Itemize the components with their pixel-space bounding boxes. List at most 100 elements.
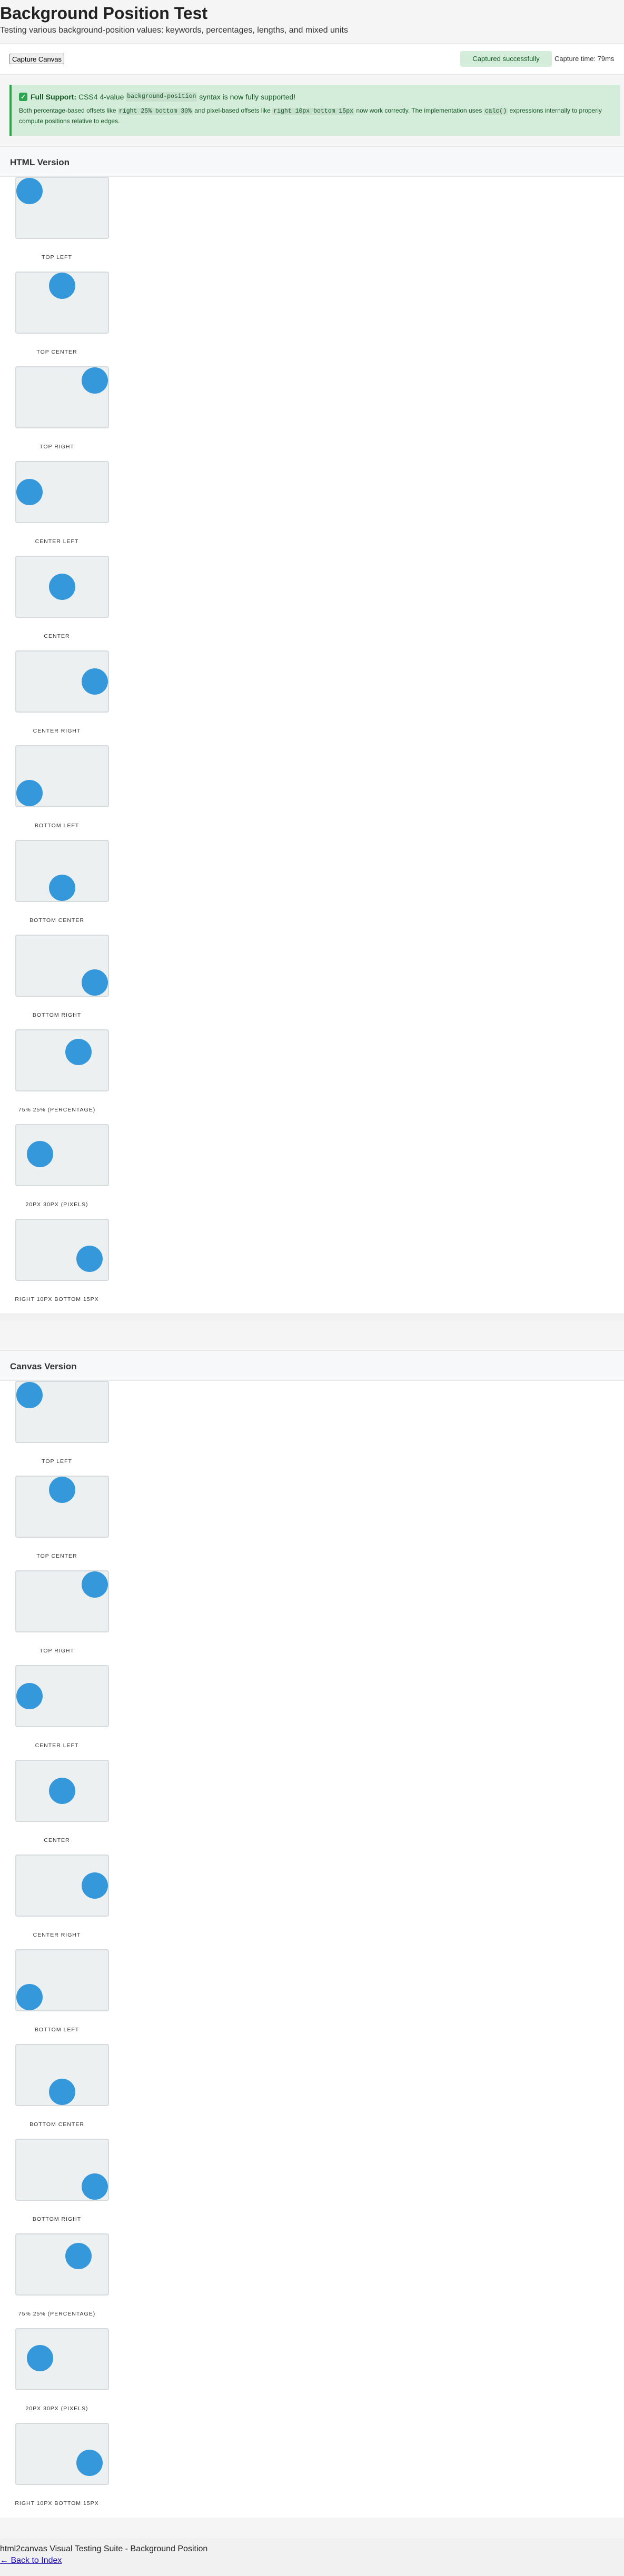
position-label: top right	[39, 444, 74, 450]
circle-marker	[16, 780, 43, 806]
notice-headline: ✓ Full Support: CSS4 4-value background-…	[19, 92, 613, 102]
position-label: center	[44, 633, 70, 639]
position-label: center right	[33, 728, 81, 734]
notice-code: background-position	[126, 92, 197, 102]
position-test-box	[15, 840, 109, 902]
html-version-section: HTML Version top left top center top right…	[0, 146, 624, 1321]
test-item: bottom left	[10, 1949, 115, 2044]
test-grid: top left top center top right center left ce…	[0, 1381, 624, 2518]
page-subtitle: Testing various background-position valu…	[0, 26, 348, 35]
position-test-box	[15, 1219, 109, 1281]
capture-time: Capture time: 79ms	[554, 55, 615, 63]
test-item: top center	[10, 1476, 115, 1570]
test-item: 75% 25% (percentage)	[10, 2233, 115, 2328]
test-item: right 10px bottom 15px	[10, 1219, 115, 1314]
test-item: bottom right	[10, 935, 115, 1029]
test-item: center	[10, 556, 115, 650]
circle-marker	[16, 1382, 43, 1408]
position-label: center left	[35, 538, 79, 545]
position-test-box	[15, 1570, 109, 1632]
position-test-box	[15, 650, 109, 713]
position-label: center right	[33, 1932, 81, 1938]
section-header: HTML Version	[0, 146, 624, 177]
circle-marker	[49, 1477, 75, 1503]
circle-marker	[76, 2450, 103, 2476]
position-test-box	[15, 2233, 109, 2296]
position-test-box	[15, 1124, 109, 1186]
position-label: 20px 30px (pixels)	[25, 2405, 88, 2412]
notice-detail-c: now work correctly. The implementation u…	[356, 107, 482, 114]
position-label: top center	[36, 1553, 77, 1559]
section-title: HTML Version	[10, 157, 70, 167]
capture-canvas-button[interactable]: Capture Canvas	[9, 54, 64, 64]
position-label: right 10px bottom 15px	[15, 2500, 99, 2507]
circle-marker	[82, 367, 108, 394]
test-item: bottom right	[10, 2139, 115, 2233]
position-test-box	[15, 1855, 109, 1917]
status-badge: Captured successfully	[460, 51, 552, 67]
circle-marker	[82, 969, 108, 996]
test-item: top right	[10, 366, 115, 461]
position-label: top left	[42, 254, 72, 260]
position-test-box	[15, 1029, 109, 1091]
position-label: 75% 25% (percentage)	[18, 2311, 96, 2317]
circle-marker	[82, 668, 108, 695]
position-label: top right	[39, 1648, 74, 1654]
notice-detail-b: and pixel-based offsets like	[194, 107, 271, 114]
test-item: center right	[10, 1855, 115, 1949]
page-header: Background Position Test Testing various…	[0, 0, 624, 36]
position-test-box	[15, 2044, 109, 2106]
circle-marker	[27, 2345, 53, 2371]
test-item: top center	[10, 272, 115, 366]
circle-marker	[49, 574, 75, 600]
test-item: bottom center	[10, 840, 115, 935]
check-icon: ✓	[19, 93, 27, 101]
position-test-box	[15, 1665, 109, 1727]
test-item: top left	[10, 1381, 115, 1476]
section-header: Canvas Version	[0, 1350, 624, 1381]
position-test-box	[15, 2139, 109, 2201]
test-item: center	[10, 1760, 115, 1855]
test-item: top right	[10, 1570, 115, 1665]
test-item: bottom left	[10, 745, 115, 840]
position-label: bottom left	[34, 2027, 80, 2033]
circle-marker	[82, 1571, 108, 1598]
notice-details: Both percentage-based offsets like right…	[19, 106, 613, 126]
position-test-box	[15, 2328, 109, 2390]
section-title: Canvas Version	[10, 1361, 77, 1371]
test-item: 20px 30px (pixels)	[10, 2328, 115, 2423]
test-item: top left	[10, 177, 115, 272]
position-label: 75% 25% (percentage)	[18, 1107, 96, 1113]
circle-marker	[65, 1039, 92, 1065]
circle-marker	[49, 273, 75, 299]
position-label: right 10px bottom 15px	[15, 1296, 99, 1302]
test-item: right 10px bottom 15px	[10, 2423, 115, 2518]
back-to-index-link[interactable]: ← Back to Index	[0, 2555, 624, 2566]
position-label: top left	[42, 1458, 72, 1465]
page-footer: html2canvas Visual Testing Suite - Backg…	[0, 2538, 624, 2576]
circle-marker	[49, 1778, 75, 1804]
position-test-box	[15, 556, 109, 618]
test-item: 20px 30px (pixels)	[10, 1124, 115, 1219]
circle-marker	[65, 2243, 92, 2269]
position-test-box	[15, 1381, 109, 1443]
test-grid: top left top center top right center left ce…	[0, 177, 624, 1314]
notice-code-1: right 25% bottom 30%	[117, 108, 193, 115]
circle-marker	[16, 1683, 43, 1709]
position-test-box	[15, 935, 109, 997]
notice-code-3: calc()	[483, 108, 508, 115]
support-notice: ✓ Full Support: CSS4 4-value background-…	[9, 85, 620, 136]
position-label: bottom right	[32, 1012, 82, 1018]
position-label: top center	[36, 349, 77, 355]
notice-detail-a: Both percentage-based offsets like	[19, 107, 116, 114]
position-label: bottom left	[34, 823, 80, 829]
canvas-version-section: Canvas Version top left top center top rig…	[0, 1350, 624, 2518]
position-label: bottom right	[32, 2216, 82, 2222]
circle-marker	[16, 178, 43, 204]
toolbar: Capture Canvas Captured successfully Cap…	[0, 43, 624, 75]
circle-marker	[82, 2173, 108, 2200]
test-item: bottom center	[10, 2044, 115, 2139]
notice-text-b: syntax is now fully supported!	[199, 93, 296, 101]
circle-marker	[49, 2079, 75, 2105]
notice-code-2: right 10px bottom 15px	[272, 108, 355, 115]
